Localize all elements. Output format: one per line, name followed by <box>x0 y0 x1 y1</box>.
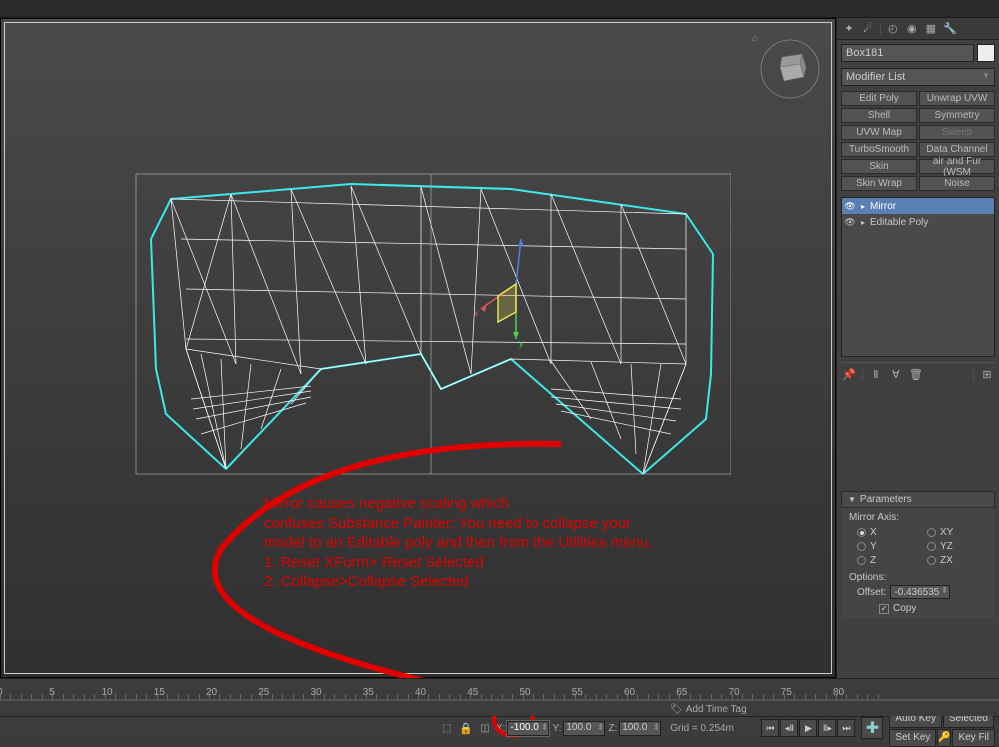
x-coord-input[interactable]: -100.0 <box>507 721 549 736</box>
tick-label: 5 <box>49 687 55 698</box>
z-coord-input[interactable]: 100.0 <box>619 721 661 736</box>
tick-label: 0 <box>0 687 3 698</box>
lock-icon[interactable]: 🔒 <box>458 720 474 736</box>
command-panel-tabs: ✦ ☄ | ◴ ◉ ▦ 🔧 <box>837 18 999 40</box>
modifier-button[interactable]: Edit Poly <box>841 91 917 106</box>
modifier-button[interactable]: Skin Wrap <box>841 176 917 191</box>
axis-radio[interactable]: ZX <box>927 555 987 566</box>
viewport[interactable]: ⌂ <box>0 18 836 678</box>
offset-label: Offset: <box>857 587 886 598</box>
hierarchy-tab-icon[interactable]: ◴ <box>885 21 901 37</box>
model-wireframe: x y <box>131 139 731 479</box>
annotation-text: Mirror causes negative scaling which con… <box>264 494 653 592</box>
key-filters-button[interactable]: Key Fil <box>952 729 995 747</box>
modifier-button[interactable]: Sweep <box>919 125 995 140</box>
next-frame-icon[interactable]: Ⅱ▸ <box>818 719 836 737</box>
rollout-title: Parameters <box>860 494 912 505</box>
tick-label: 30 <box>311 687 322 698</box>
object-color-swatch[interactable] <box>977 44 995 62</box>
viewcube[interactable]: ⌂ <box>760 39 820 99</box>
goto-start-icon[interactable]: ⏮ <box>761 719 779 737</box>
modifier-button[interactable]: Skin <box>841 159 917 174</box>
stack-item[interactable]: 👁▸Editable Poly <box>842 214 994 230</box>
svg-text:y: y <box>519 338 524 348</box>
axis-radio[interactable]: Y <box>857 541 917 552</box>
timeline[interactable]: 0 5 10 15 20 25 30 35 40 45 50 55 60 65 70 75 80 🏷 Add T… <box>0 678 999 716</box>
app-menubar <box>0 0 999 18</box>
options-label: Options: <box>849 572 987 583</box>
set-key-button[interactable]: Set Key <box>889 729 936 747</box>
modifier-button[interactable]: UVW Map <box>841 125 917 140</box>
modifier-button[interactable]: air and Fur (WSM <box>919 159 995 174</box>
grid-label: Grid = 0.254m <box>670 723 734 734</box>
selection-lock-icon[interactable]: ⬚ <box>439 720 455 736</box>
tick-label: 20 <box>206 687 217 698</box>
tick-label: 15 <box>154 687 165 698</box>
modifier-button[interactable]: Shell <box>841 108 917 123</box>
absolute-icon[interactable]: ◫ <box>477 720 493 736</box>
command-panel: ✦ ☄ | ◴ ◉ ▦ 🔧 Box181 Modifier List Edit … <box>836 18 999 678</box>
motion-tab-icon[interactable]: ◉ <box>904 21 920 37</box>
set-key-plus-icon[interactable]: ✚ <box>861 717 883 739</box>
svg-text:x: x <box>474 308 479 318</box>
y-coord-input[interactable]: 100.0 <box>563 721 605 736</box>
home-icon[interactable]: ⌂ <box>752 33 764 45</box>
collapse-icon: ▼ <box>848 495 856 504</box>
axis-radio[interactable]: YZ <box>927 541 987 552</box>
play-icon[interactable]: ▶ <box>799 719 817 737</box>
modifier-buttons: Edit PolyUnwrap UVWShellSymmetryUVW MapS… <box>837 88 999 194</box>
tick-label: 70 <box>729 687 740 698</box>
tick-label: 40 <box>415 687 426 698</box>
tick-label: 45 <box>467 687 478 698</box>
tick-label: 25 <box>258 687 269 698</box>
modify-tab-icon[interactable]: ☄ <box>860 21 876 37</box>
playback-controls: ⏮ ◂Ⅱ ▶ Ⅱ▸ ⏭ <box>761 719 855 737</box>
utilities-tab-icon[interactable]: 🔧 <box>942 21 958 37</box>
object-name-field[interactable]: Box181 <box>841 44 974 62</box>
axis-radio[interactable]: X <box>857 527 917 538</box>
tick-label: 55 <box>572 687 583 698</box>
offset-spinner[interactable]: -0.436535 <box>890 585 950 599</box>
tick-label: 80 <box>833 687 844 698</box>
modifier-button[interactable]: Symmetry <box>919 108 995 123</box>
z-label: Z: <box>608 723 617 734</box>
mirror-axis-label: Mirror Axis: <box>849 512 987 523</box>
modifier-button[interactable]: TurboSmooth <box>841 142 917 157</box>
add-time-tag[interactable]: Add Time Tag <box>686 704 747 715</box>
modifier-list-dropdown[interactable]: Modifier List <box>841 68 995 86</box>
pin-stack-icon[interactable]: 📌 <box>841 367 857 383</box>
tick-label: 65 <box>676 687 687 698</box>
y-label: Y: <box>552 723 561 734</box>
create-tab-icon[interactable]: ✦ <box>841 21 857 37</box>
tick-label: 50 <box>520 687 531 698</box>
axis-radio[interactable]: Z <box>857 555 917 566</box>
tag-icon[interactable]: 🏷 <box>670 704 683 715</box>
copy-label: Copy <box>893 603 916 614</box>
stack-item[interactable]: 👁▸Mirror <box>842 198 994 214</box>
prev-frame-icon[interactable]: ◂Ⅱ <box>780 719 798 737</box>
show-end-result-icon[interactable]: Ⅱ <box>868 367 884 383</box>
axis-radio[interactable]: XY <box>927 527 987 538</box>
tick-label: 75 <box>781 687 792 698</box>
tick-label: 35 <box>363 687 374 698</box>
modifier-button[interactable]: Noise <box>919 176 995 191</box>
modifier-stack[interactable]: 👁▸Mirror👁▸Editable Poly <box>841 197 995 357</box>
remove-modifier-icon[interactable]: 🗑 <box>908 367 924 383</box>
make-unique-icon[interactable]: ∀ <box>888 367 904 383</box>
parameters-rollout-body: Mirror Axis: XXYYYZZZX Options: Offset: … <box>841 508 995 618</box>
tick-label: 60 <box>624 687 635 698</box>
goto-end-icon[interactable]: ⏭ <box>837 719 855 737</box>
parameters-rollout-header[interactable]: ▼ Parameters <box>841 491 995 508</box>
modifier-button[interactable]: Unwrap UVW <box>919 91 995 106</box>
key-icon[interactable]: 🔑 <box>937 729 951 747</box>
tick-label: 10 <box>102 687 113 698</box>
copy-checkbox[interactable] <box>879 604 889 614</box>
configure-sets-icon[interactable]: ⊞ <box>979 367 995 383</box>
display-tab-icon[interactable]: ▦ <box>923 21 939 37</box>
